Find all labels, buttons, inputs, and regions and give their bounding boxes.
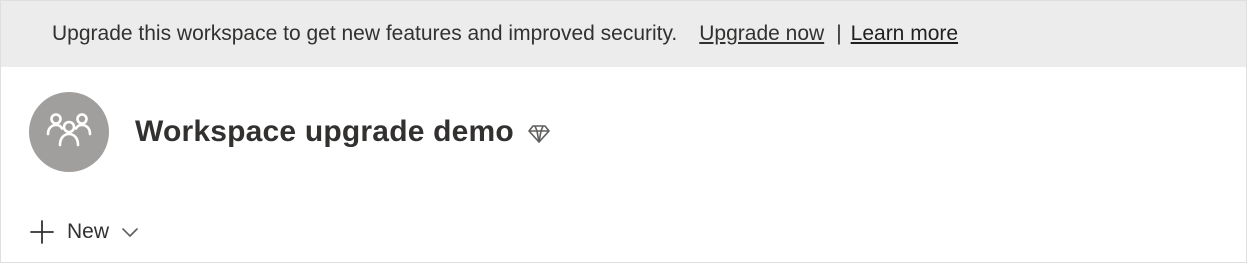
banner-separator: | [836,22,842,45]
learn-more-link[interactable]: Learn more [851,22,958,46]
new-button[interactable]: New [29,214,139,250]
upgrade-now-link[interactable]: Upgrade now [699,22,824,46]
plus-icon [29,219,55,245]
diamond-icon [528,124,550,144]
workspace-title: Workspace upgrade demo [135,115,514,148]
workspace-header: Workspace upgrade demo [29,92,550,172]
new-button-label: New [67,220,110,243]
workspace-page: Upgrade this workspace to get new featur… [0,0,1247,263]
banner-message: Upgrade this workspace to get new featur… [52,22,678,45]
upgrade-banner: Upgrade this workspace to get new featur… [1,1,1246,67]
people-group-icon [45,110,93,155]
workspace-avatar [29,92,109,172]
chevron-down-icon [121,226,139,238]
